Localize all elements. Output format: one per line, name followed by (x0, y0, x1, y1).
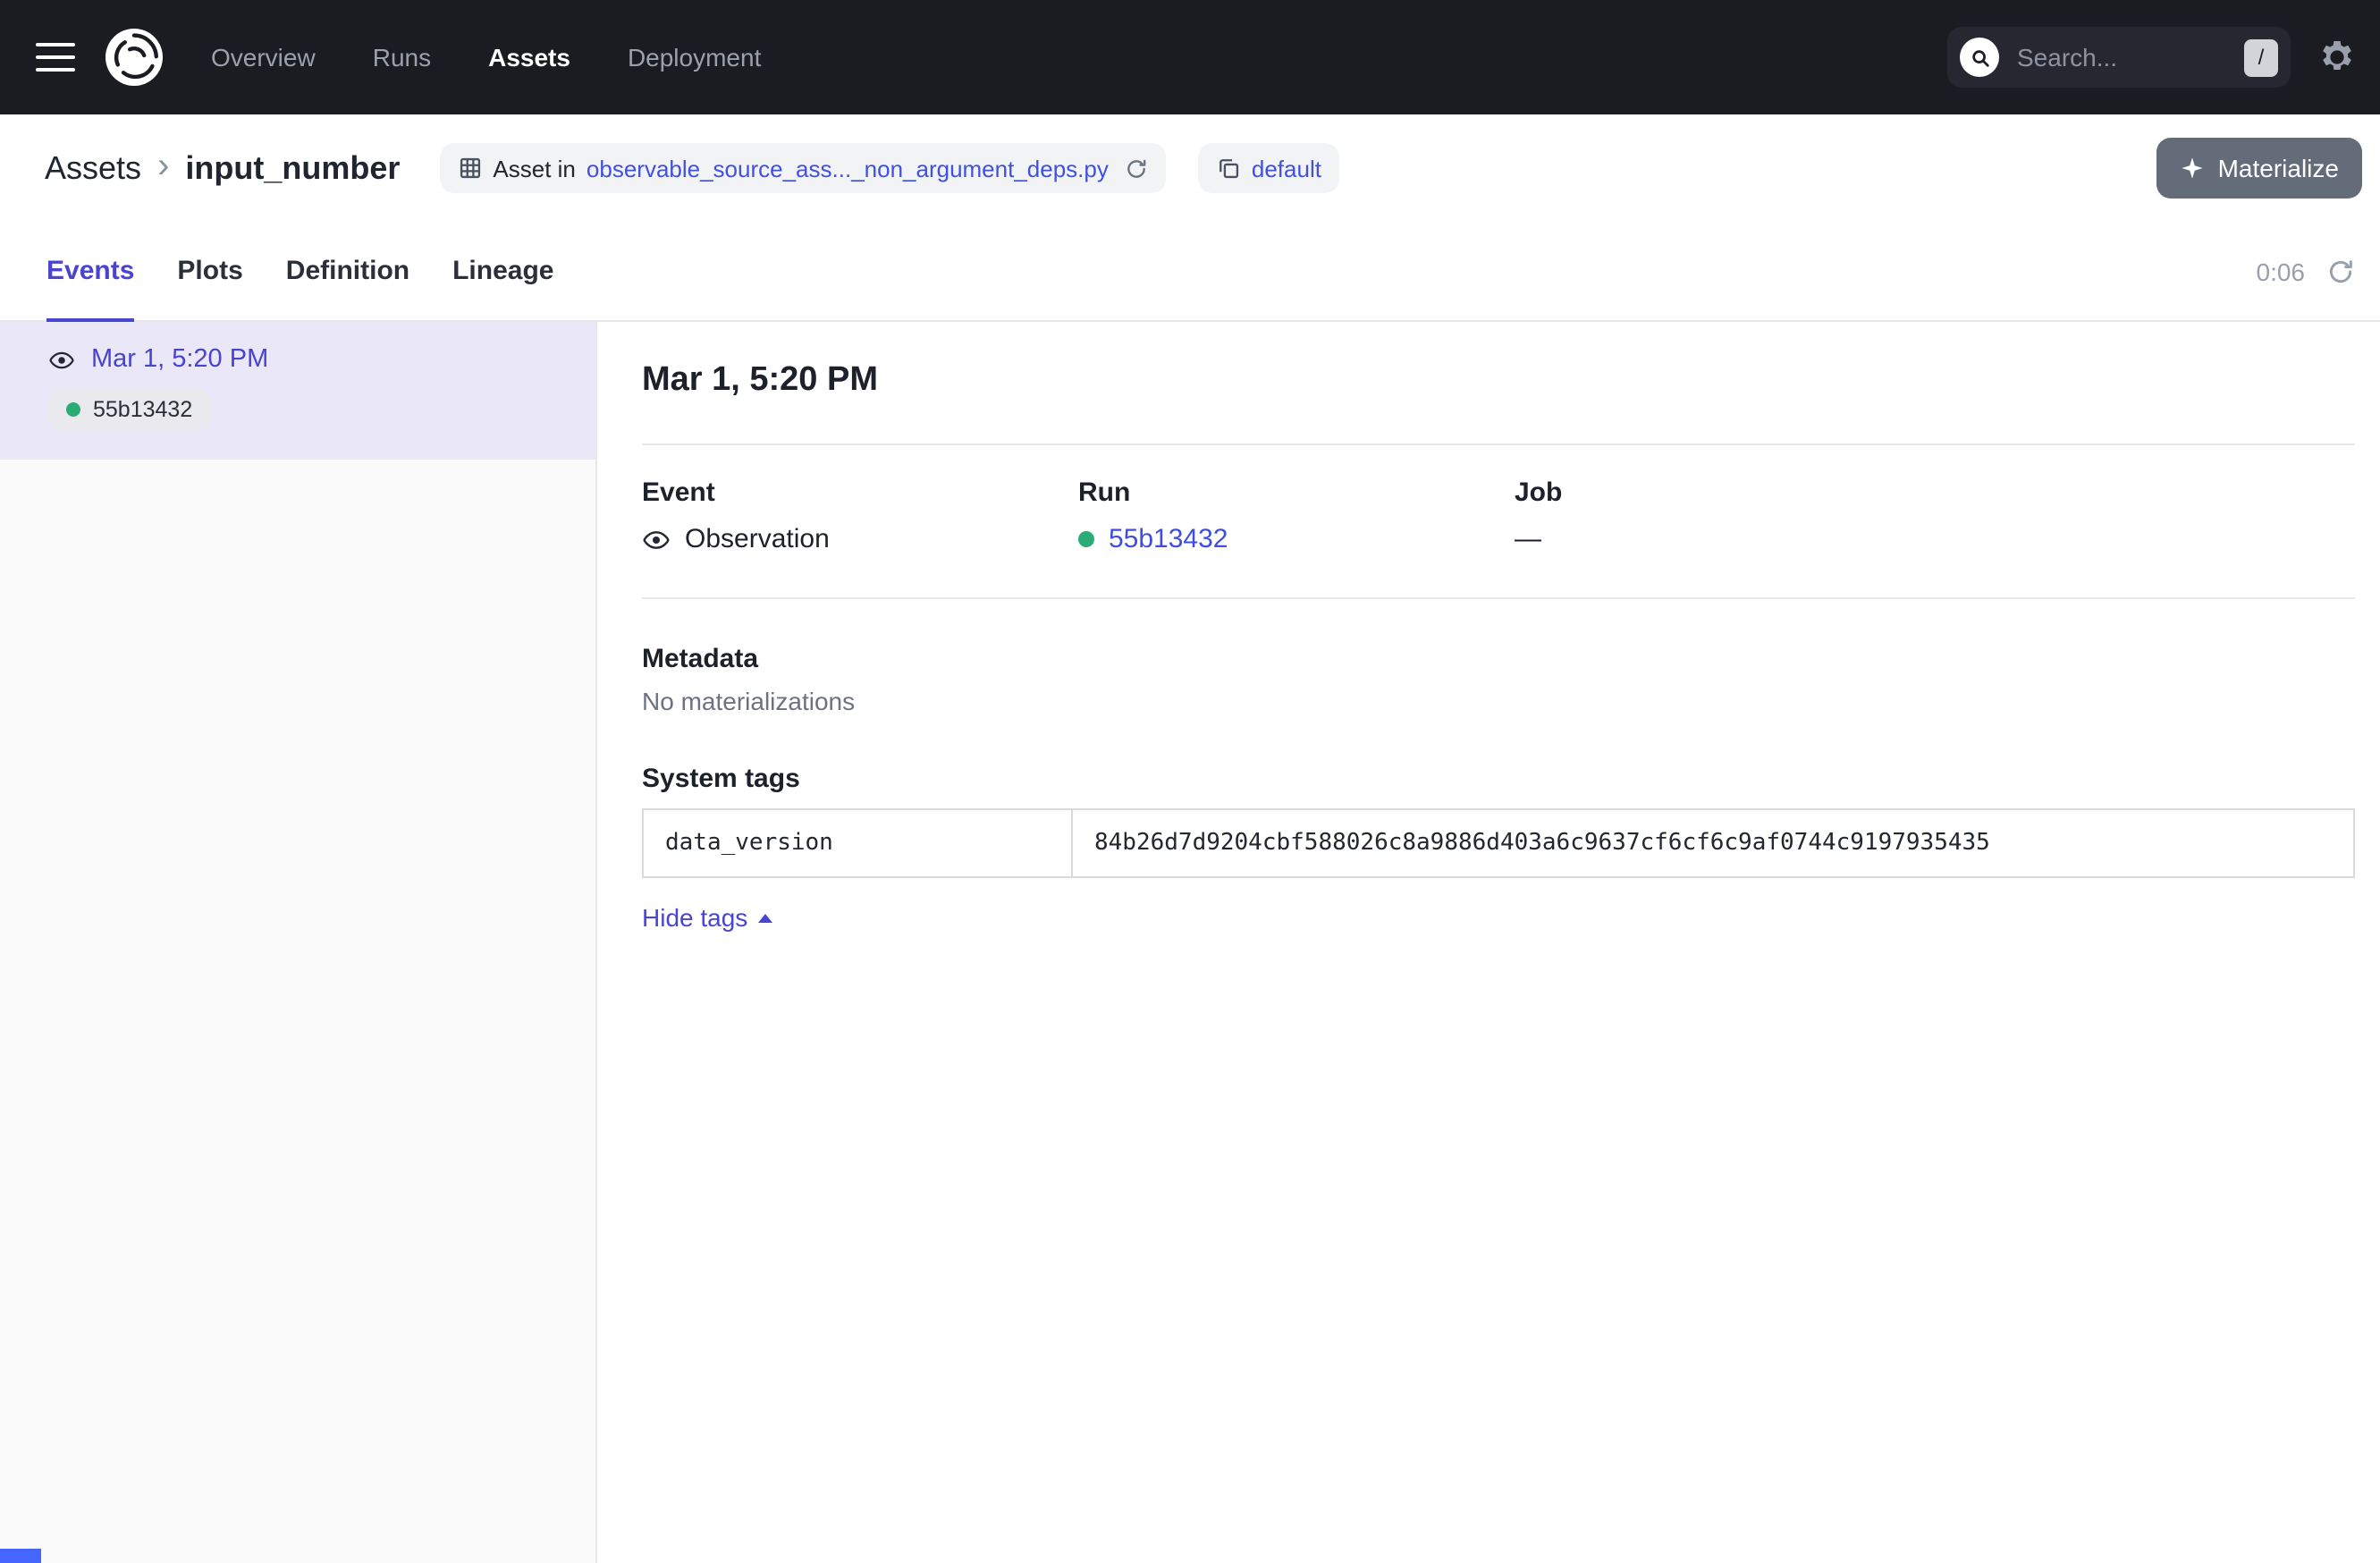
search-shortcut-badge: / (2244, 38, 2278, 76)
materialize-button[interactable]: Materialize (2157, 138, 2362, 199)
system-tags-heading: System tags (642, 764, 2355, 794)
system-tags-table: data_version 84b26d7d9204cbf588026c8a988… (642, 808, 2355, 878)
top-nav: Overview Runs Assets Deployment / (0, 0, 2380, 114)
sparkle-icon (2181, 156, 2206, 181)
tab-bar: Events Plots Definition Lineage 0:06 (0, 222, 2380, 322)
run-column-label: Run (1078, 477, 1515, 508)
content-area: Mar 1, 5:20 PM 55b13432 Mar 1, 5:20 PM E… (0, 322, 2380, 1563)
asset-name-title: input_number (185, 149, 400, 187)
materialize-label: Materialize (2218, 154, 2339, 182)
asset-origin-pill: Asset in observable_source_ass..._non_ar… (439, 143, 1165, 193)
nav-deployment[interactable]: Deployment (628, 43, 761, 72)
tag-key-cell: data_version (643, 809, 1072, 877)
caret-up-icon (758, 913, 772, 922)
run-id-link[interactable]: 55b13432 (1109, 524, 1228, 554)
event-column: Event Observation (642, 477, 1078, 554)
tag-row: data_version 84b26d7d9204cbf588026c8a988… (643, 809, 2354, 877)
divider (642, 444, 2355, 445)
search-input[interactable] (2013, 41, 2230, 73)
breadcrumb-chevron-icon: › (157, 148, 169, 188)
divider (642, 597, 2355, 599)
settings-gear-icon[interactable] (2319, 39, 2355, 75)
job-value: — (1515, 524, 1951, 554)
tab-events[interactable]: Events (46, 222, 134, 322)
event-detail-panel: Mar 1, 5:20 PM Event Observation (597, 322, 2380, 1563)
breadcrumb: Assets › input_number (45, 148, 400, 188)
run-id-label: 55b13432 (93, 397, 192, 422)
search-icon (1960, 38, 1999, 77)
asset-origin-prefix: Asset in (493, 155, 576, 182)
metadata-heading: Metadata (642, 644, 2355, 674)
refresh-countdown: 0:06 (2257, 257, 2306, 285)
asset-grid-icon (457, 156, 482, 181)
job-column-label: Job (1515, 477, 1951, 508)
search-box[interactable]: / (1947, 27, 2291, 88)
reload-definitions-icon[interactable] (1125, 156, 1148, 180)
menu-icon[interactable] (36, 43, 75, 72)
tab-lineage[interactable]: Lineage (452, 222, 553, 322)
run-status-dot (66, 402, 80, 417)
nav-runs[interactable]: Runs (373, 43, 431, 72)
metadata-empty-text: No materializations (642, 687, 2355, 715)
refresh-icon[interactable] (2326, 257, 2355, 285)
event-column-label: Event (642, 477, 1078, 508)
repo-badge[interactable]: default (1198, 143, 1339, 193)
eye-icon (642, 525, 671, 553)
primary-nav: Overview Runs Assets Deployment (211, 43, 761, 72)
hide-tags-link[interactable]: Hide tags (642, 903, 772, 932)
app: Overview Runs Assets Deployment / Assets (0, 0, 2380, 1563)
tab-plots[interactable]: Plots (177, 222, 242, 322)
nav-overview[interactable]: Overview (211, 43, 316, 72)
run-status-dot (1078, 531, 1094, 547)
run-column: Run 55b13432 (1078, 477, 1515, 554)
bottom-left-indicator (0, 1549, 41, 1563)
tag-value-cell: 84b26d7d9204cbf588026c8a9886d403a6c9637c… (1072, 809, 2354, 877)
page-header: Assets › input_number Asset in observabl… (0, 114, 2380, 322)
event-date-label: Mar 1, 5:20 PM (91, 345, 268, 374)
event-type-value: Observation (685, 524, 830, 554)
repo-badge-label[interactable]: default (1252, 155, 1321, 182)
repo-copy-icon (1216, 156, 1241, 181)
event-list-sidebar: Mar 1, 5:20 PM 55b13432 (0, 322, 597, 1563)
nav-assets[interactable]: Assets (488, 43, 570, 72)
dagster-logo[interactable] (104, 27, 165, 88)
job-column: Job — (1515, 477, 1951, 554)
run-id-chip[interactable]: 55b13432 (48, 388, 210, 431)
tab-definition[interactable]: Definition (286, 222, 409, 322)
hide-tags-label: Hide tags (642, 903, 747, 932)
event-list-item[interactable]: Mar 1, 5:20 PM 55b13432 (0, 322, 595, 460)
breadcrumb-assets-link[interactable]: Assets (45, 149, 141, 187)
event-detail-title: Mar 1, 5:20 PM (642, 361, 2355, 401)
eye-icon (48, 346, 75, 373)
asset-file-link[interactable]: observable_source_ass..._non_argument_de… (587, 155, 1109, 182)
